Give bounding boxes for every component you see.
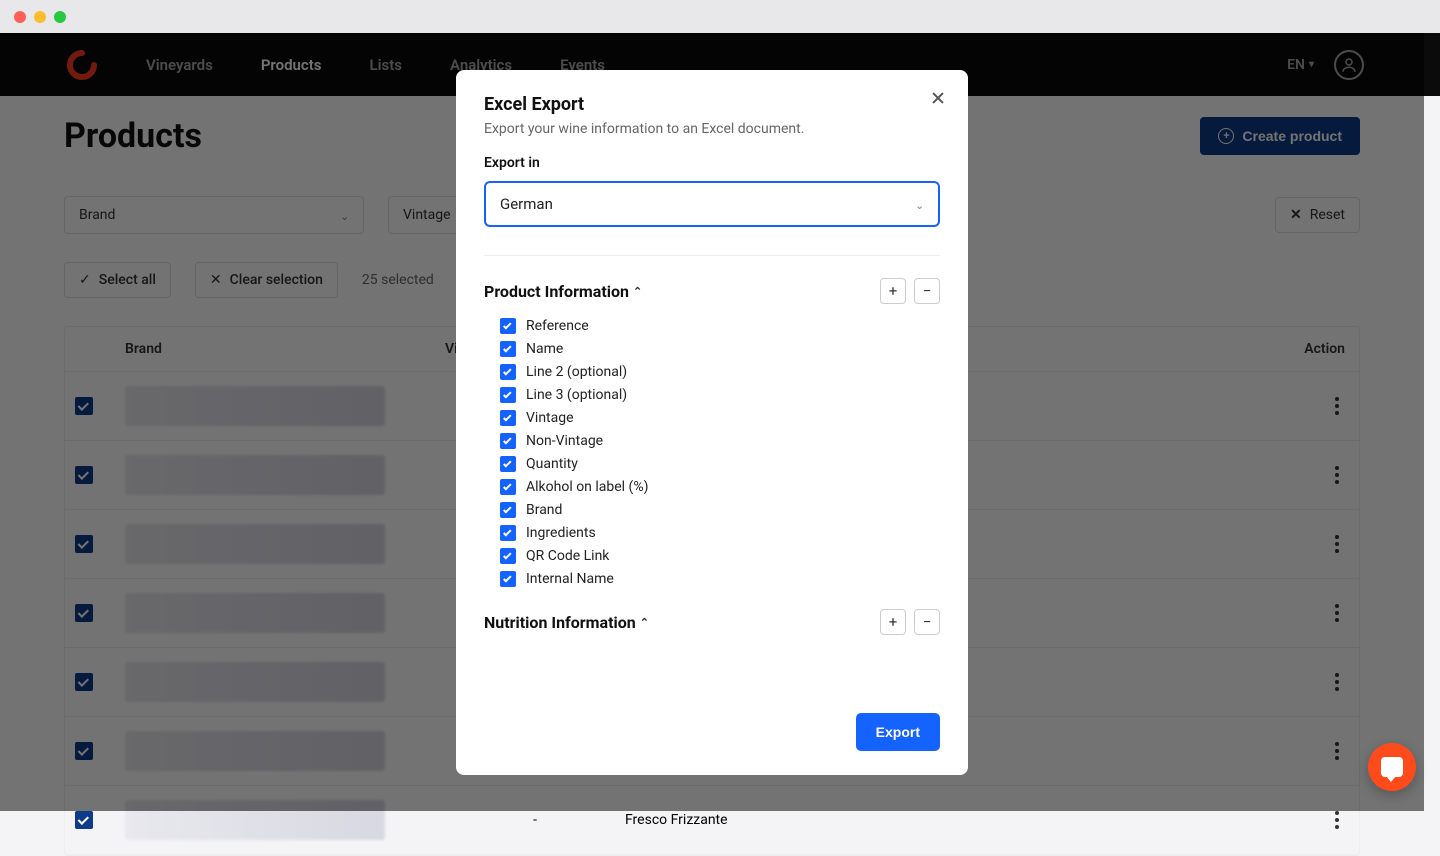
export-button[interactable]: Export	[856, 713, 940, 751]
product-info-item: Line 3 (optional)	[500, 387, 940, 403]
product-info-checkbox[interactable]	[500, 387, 516, 403]
chat-icon	[1381, 757, 1403, 777]
product-info-add-all-button[interactable]: +	[880, 278, 906, 304]
product-info-checkbox[interactable]	[500, 548, 516, 564]
product-info-checkbox[interactable]	[500, 502, 516, 518]
product-info-remove-all-button[interactable]: −	[914, 278, 940, 304]
vintage-cell: -	[445, 812, 625, 828]
product-info-item: Ingredients	[500, 525, 940, 541]
product-info-item: Internal Name	[500, 571, 940, 587]
product-info-checkbox[interactable]	[500, 433, 516, 449]
name-cell: Fresco Frizzante	[625, 812, 1249, 828]
product-info-item: Non-Vintage	[500, 433, 940, 449]
window-minimize-dot[interactable]	[34, 11, 46, 23]
modal-close-button[interactable]	[928, 88, 948, 108]
product-info-item-label: Reference	[526, 318, 589, 334]
row-actions-menu[interactable]	[1335, 811, 1339, 829]
chevron-down-icon: ⌃	[915, 198, 924, 211]
minus-icon: −	[923, 284, 932, 299]
nutrition-info-section-toggle[interactable]: Nutrition Information ⌃	[484, 613, 649, 632]
window-chrome	[0, 0, 1440, 33]
divider	[484, 255, 940, 256]
product-info-checkbox[interactable]	[500, 318, 516, 334]
product-info-item: Brand	[500, 502, 940, 518]
product-info-item-label: Line 3 (optional)	[526, 387, 627, 403]
product-info-item: Reference	[500, 318, 940, 334]
plus-icon: +	[889, 615, 898, 630]
product-info-item: Name	[500, 341, 940, 357]
product-info-item-label: Internal Name	[526, 571, 614, 587]
nutrition-info-title: Nutrition Information	[484, 613, 636, 632]
modal-subtitle: Export your wine information to an Excel…	[484, 121, 940, 137]
modal-overlay[interactable]: Excel Export Export your wine informatio…	[0, 33, 1424, 811]
product-info-item-label: Brand	[526, 502, 562, 518]
plus-icon: +	[889, 284, 898, 299]
product-info-item-label: Alkohol on label (%)	[526, 479, 648, 495]
window-maximize-dot[interactable]	[54, 11, 66, 23]
close-icon	[931, 91, 945, 105]
export-language-select[interactable]: German ⌃	[484, 181, 940, 227]
product-info-item-label: Quantity	[526, 456, 578, 472]
product-info-title: Product Information	[484, 282, 629, 301]
product-info-item: Vintage	[500, 410, 940, 426]
chat-fab[interactable]	[1368, 743, 1416, 791]
product-info-item: QR Code Link	[500, 548, 940, 564]
product-info-checkbox[interactable]	[500, 456, 516, 472]
product-info-checkbox[interactable]	[500, 341, 516, 357]
product-info-item-label: Line 2 (optional)	[526, 364, 627, 380]
product-info-item-label: Name	[526, 341, 563, 357]
product-info-item: Alkohol on label (%)	[500, 479, 940, 495]
nutrition-info-add-all-button[interactable]: +	[880, 609, 906, 635]
export-in-label: Export in	[484, 155, 940, 171]
row-checkbox[interactable]	[75, 811, 93, 829]
product-info-checkbox[interactable]	[500, 479, 516, 495]
product-info-item-label: Non-Vintage	[526, 433, 603, 449]
product-info-checkbox[interactable]	[500, 525, 516, 541]
product-info-item-label: Ingredients	[526, 525, 596, 541]
product-info-item: Line 2 (optional)	[500, 364, 940, 380]
product-info-checkbox[interactable]	[500, 571, 516, 587]
product-info-checkbox[interactable]	[500, 410, 516, 426]
product-info-item-label: QR Code Link	[526, 548, 609, 564]
product-info-item: Quantity	[500, 456, 940, 472]
export-language-value: German	[500, 195, 553, 213]
excel-export-modal: Excel Export Export your wine informatio…	[456, 70, 968, 775]
modal-title: Excel Export	[484, 94, 940, 115]
product-info-checklist: Reference Name Line 2 (optional) Line 3 …	[484, 318, 940, 587]
product-info-checkbox[interactable]	[500, 364, 516, 380]
chevron-up-icon: ⌃	[640, 616, 649, 629]
minus-icon: −	[923, 615, 932, 630]
window-close-dot[interactable]	[14, 11, 26, 23]
chevron-up-icon: ⌃	[633, 285, 642, 298]
nutrition-info-remove-all-button[interactable]: −	[914, 609, 940, 635]
product-info-section-toggle[interactable]: Product Information ⌃	[484, 282, 642, 301]
product-info-item-label: Vintage	[526, 410, 574, 426]
